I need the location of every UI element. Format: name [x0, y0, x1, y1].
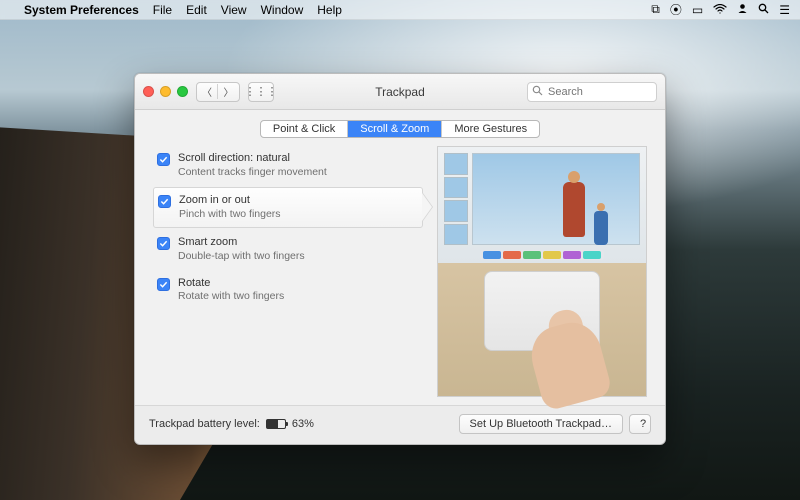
grid-icon: ⋮⋮⋮ — [245, 85, 278, 98]
app-title[interactable]: System Preferences — [24, 3, 139, 17]
option-subtitle: Double-tap with two fingers — [178, 250, 305, 263]
tab-more-gestures[interactable]: More Gestures — [442, 121, 539, 137]
menu-edit[interactable]: Edit — [186, 3, 207, 17]
window-titlebar[interactable]: 〈 〉 ⋮⋮⋮ Trackpad — [135, 74, 665, 110]
checkbox-smart-zoom[interactable] — [157, 237, 170, 250]
menubar-status: ⧉ ⦿ ▭ ☰ — [651, 1, 790, 18]
setup-bluetooth-button[interactable]: Set Up Bluetooth Trackpad… — [459, 414, 623, 434]
option-title: Rotate — [178, 277, 284, 291]
checkbox-scroll-direction[interactable] — [157, 153, 170, 166]
minimize-button[interactable] — [160, 86, 171, 97]
menu-view[interactable]: View — [221, 3, 247, 17]
option-scroll-direction[interactable]: Scroll direction: natural Content tracks… — [153, 146, 423, 185]
checkbox-zoom-in-out[interactable] — [158, 195, 171, 208]
tab-point-and-click[interactable]: Point & Click — [261, 121, 348, 137]
option-title: Smart zoom — [178, 236, 305, 250]
airdrop-icon[interactable]: ⦿ — [670, 1, 682, 18]
user-icon[interactable] — [737, 3, 748, 17]
close-button[interactable] — [143, 86, 154, 97]
wifi-icon[interactable] — [713, 3, 727, 17]
zoom-button[interactable] — [177, 86, 188, 97]
search-input[interactable] — [527, 82, 657, 102]
help-button[interactable]: ? — [629, 414, 651, 434]
window-controls — [143, 86, 188, 97]
notification-center-icon[interactable]: ☰ — [779, 3, 790, 17]
menu-window[interactable]: Window — [261, 3, 304, 17]
battery-label: Trackpad battery level: — [149, 418, 260, 430]
battery-percent: 63% — [292, 418, 314, 430]
gesture-options-list: Scroll direction: natural Content tracks… — [153, 146, 423, 397]
nav-back-forward[interactable]: 〈 〉 — [196, 82, 240, 102]
option-title: Zoom in or out — [179, 194, 281, 208]
option-rotate[interactable]: Rotate Rotate with two fingers — [153, 271, 423, 310]
menubar: System Preferences File Edit View Window… — [0, 0, 800, 20]
option-zoom-in-out[interactable]: Zoom in or out Pinch with two fingers — [153, 187, 423, 228]
tab-scroll-and-zoom[interactable]: Scroll & Zoom — [348, 121, 442, 137]
window-footer: Trackpad battery level: 63% Set Up Bluet… — [135, 405, 665, 444]
option-title: Scroll direction: natural — [178, 152, 327, 166]
option-subtitle: Pinch with two fingers — [179, 208, 281, 221]
checkbox-rotate[interactable] — [157, 278, 170, 291]
preview-screen — [438, 147, 646, 263]
back-icon[interactable]: 〈 — [197, 84, 218, 99]
preview-trackpad — [438, 263, 646, 396]
option-subtitle: Rotate with two fingers — [178, 290, 284, 303]
menu-file[interactable]: File — [153, 3, 172, 17]
preferences-window: 〈 〉 ⋮⋮⋮ Trackpad Point & Click Scroll & … — [134, 73, 666, 445]
battery-icon — [266, 419, 286, 429]
display-icon[interactable]: ▭ — [692, 3, 703, 17]
dropbox-icon[interactable]: ⧉ — [651, 2, 660, 17]
gesture-preview — [437, 146, 647, 397]
forward-icon[interactable]: 〉 — [218, 84, 239, 99]
trackpad-tabs: Point & Click Scroll & Zoom More Gesture… — [260, 120, 540, 138]
option-subtitle: Content tracks finger movement — [178, 166, 327, 179]
menu-help[interactable]: Help — [317, 3, 342, 17]
option-smart-zoom[interactable]: Smart zoom Double-tap with two fingers — [153, 230, 423, 269]
search-icon — [532, 85, 543, 99]
show-all-button[interactable]: ⋮⋮⋮ — [248, 82, 274, 102]
spotlight-icon[interactable] — [758, 3, 769, 17]
